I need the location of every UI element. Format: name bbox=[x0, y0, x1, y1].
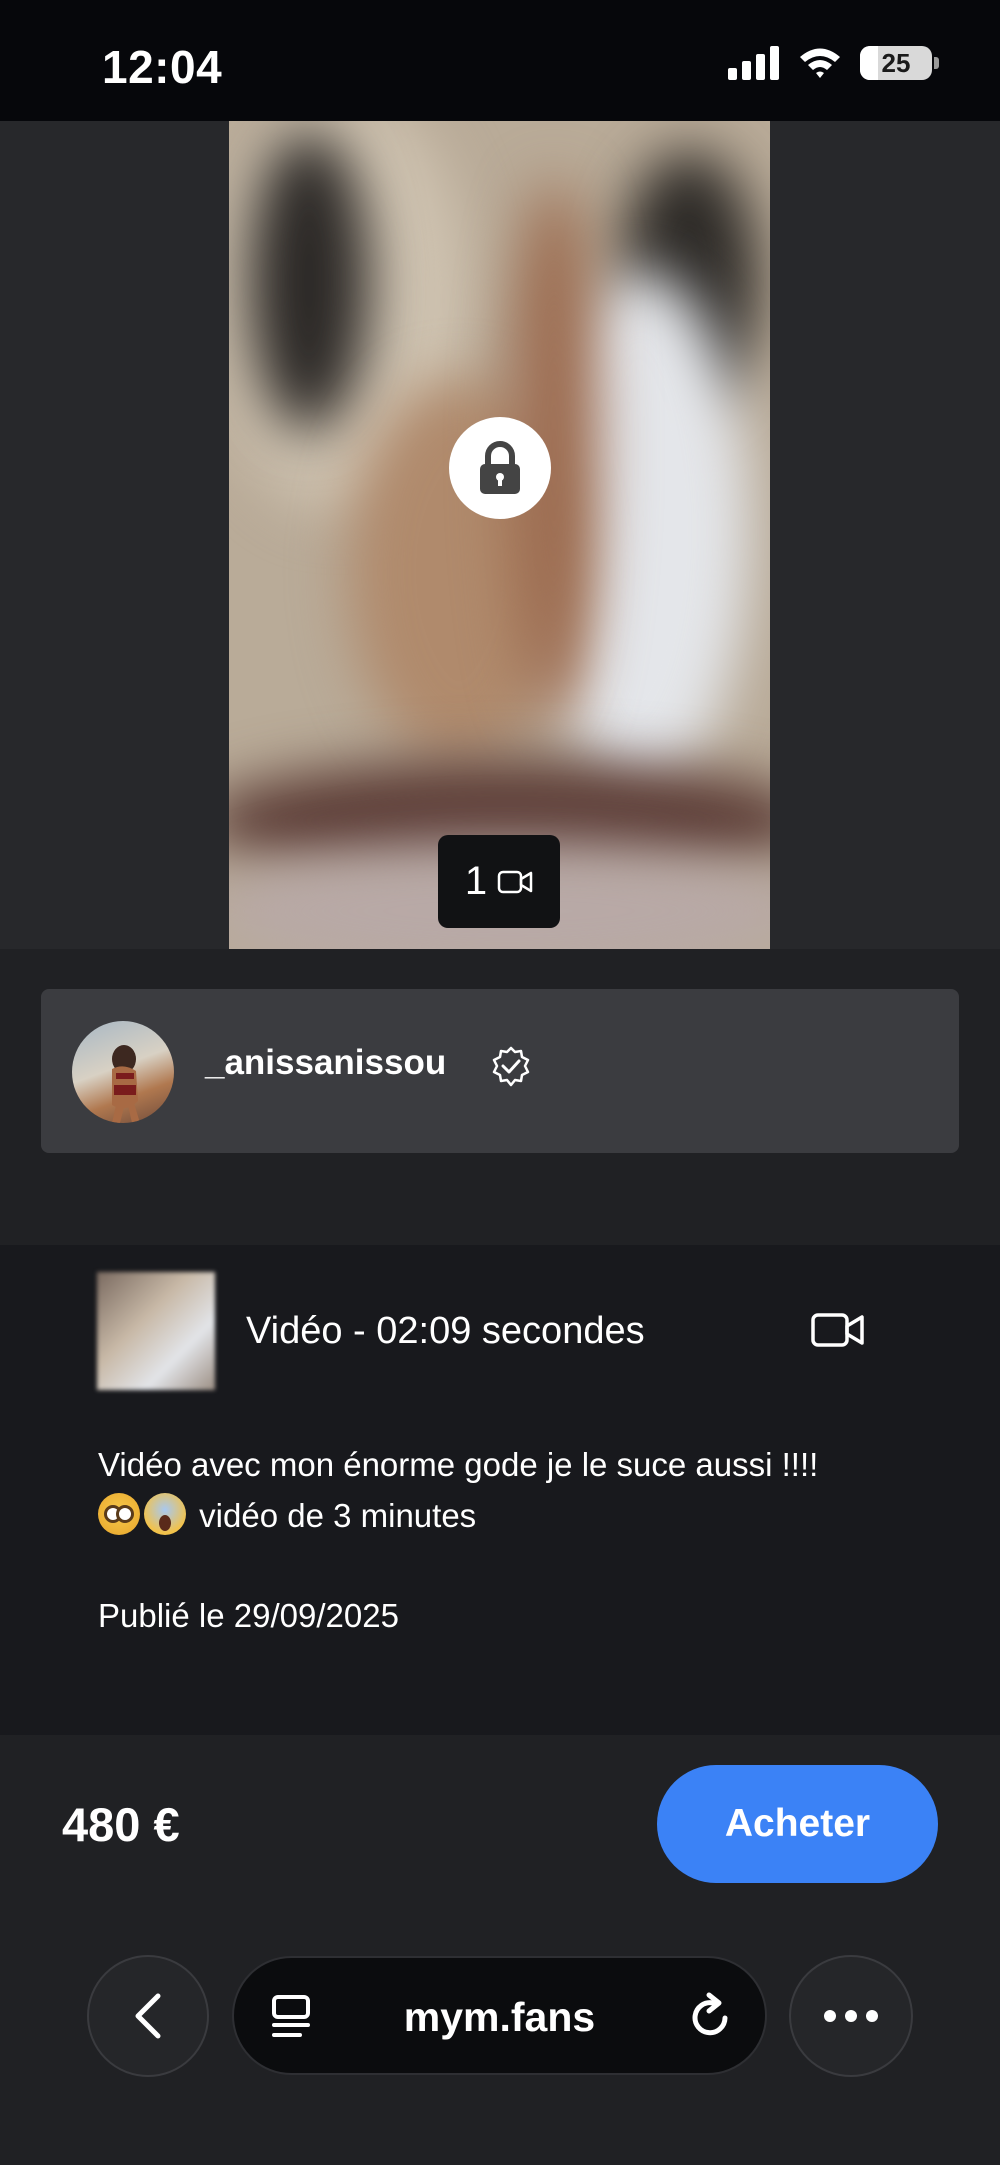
avatar[interactable] bbox=[72, 1021, 174, 1123]
media-area: 1 bbox=[0, 121, 1000, 949]
ellipsis-icon bbox=[824, 2010, 878, 2022]
video-info: Vidéo - 02:09 secondes bbox=[246, 1310, 645, 1352]
wifi-icon bbox=[800, 48, 840, 78]
cellular-signal-icon bbox=[728, 46, 779, 80]
flushed-face-emoji-icon bbox=[98, 1493, 140, 1535]
media-count: 1 bbox=[464, 859, 488, 903]
verified-badge-icon bbox=[492, 1046, 530, 1087]
buy-button[interactable]: Acheter bbox=[657, 1765, 938, 1883]
battery-level: 25 bbox=[881, 47, 911, 78]
video-camera-icon bbox=[497, 870, 533, 893]
creator-username[interactable]: _anissanissou bbox=[205, 1043, 446, 1083]
description-line-2-text: vidéo de 3 minutes bbox=[199, 1497, 477, 1534]
chevron-left-icon bbox=[135, 1993, 161, 2039]
url-text[interactable]: mym.fans bbox=[234, 1994, 765, 2041]
creator-card[interactable]: _anissanissou bbox=[41, 989, 959, 1153]
battery-icon: 25 bbox=[860, 46, 939, 80]
screaming-face-emoji-icon bbox=[144, 1493, 186, 1535]
status-time: 12:04 bbox=[102, 41, 223, 93]
media-count-badge: 1 bbox=[438, 835, 560, 928]
video-camera-icon bbox=[811, 1313, 864, 1347]
purchase-bar: 480 € Acheter bbox=[0, 1735, 1000, 2165]
status-icons: 25 bbox=[728, 46, 939, 80]
status-bar: 12:04 25 bbox=[0, 0, 1000, 121]
price: 480 € bbox=[62, 1798, 180, 1851]
more-options-button[interactable] bbox=[789, 1955, 913, 2077]
post-details: Vidéo - 02:09 secondes Vidéo avec mon én… bbox=[0, 1245, 1000, 1735]
address-bar[interactable]: mym.fans bbox=[232, 1956, 767, 2075]
published-date: Publié le 29/09/2025 bbox=[98, 1597, 399, 1634]
reload-icon[interactable] bbox=[689, 1992, 733, 2040]
back-button[interactable] bbox=[87, 1955, 209, 2077]
lock-button[interactable] bbox=[449, 417, 551, 519]
video-thumbnail[interactable] bbox=[97, 1272, 215, 1390]
blurred-video-preview[interactable]: 1 bbox=[229, 121, 770, 949]
description-line-2: vidéo de 3 minutes bbox=[98, 1490, 918, 1541]
lock-icon bbox=[480, 441, 520, 494]
description-line-1: Vidéo avec mon énorme gode je le suce au… bbox=[98, 1446, 819, 1483]
post-description: Vidéo avec mon énorme gode je le suce au… bbox=[98, 1439, 918, 1541]
browser-toolbar: mym.fans bbox=[0, 1955, 1000, 2077]
